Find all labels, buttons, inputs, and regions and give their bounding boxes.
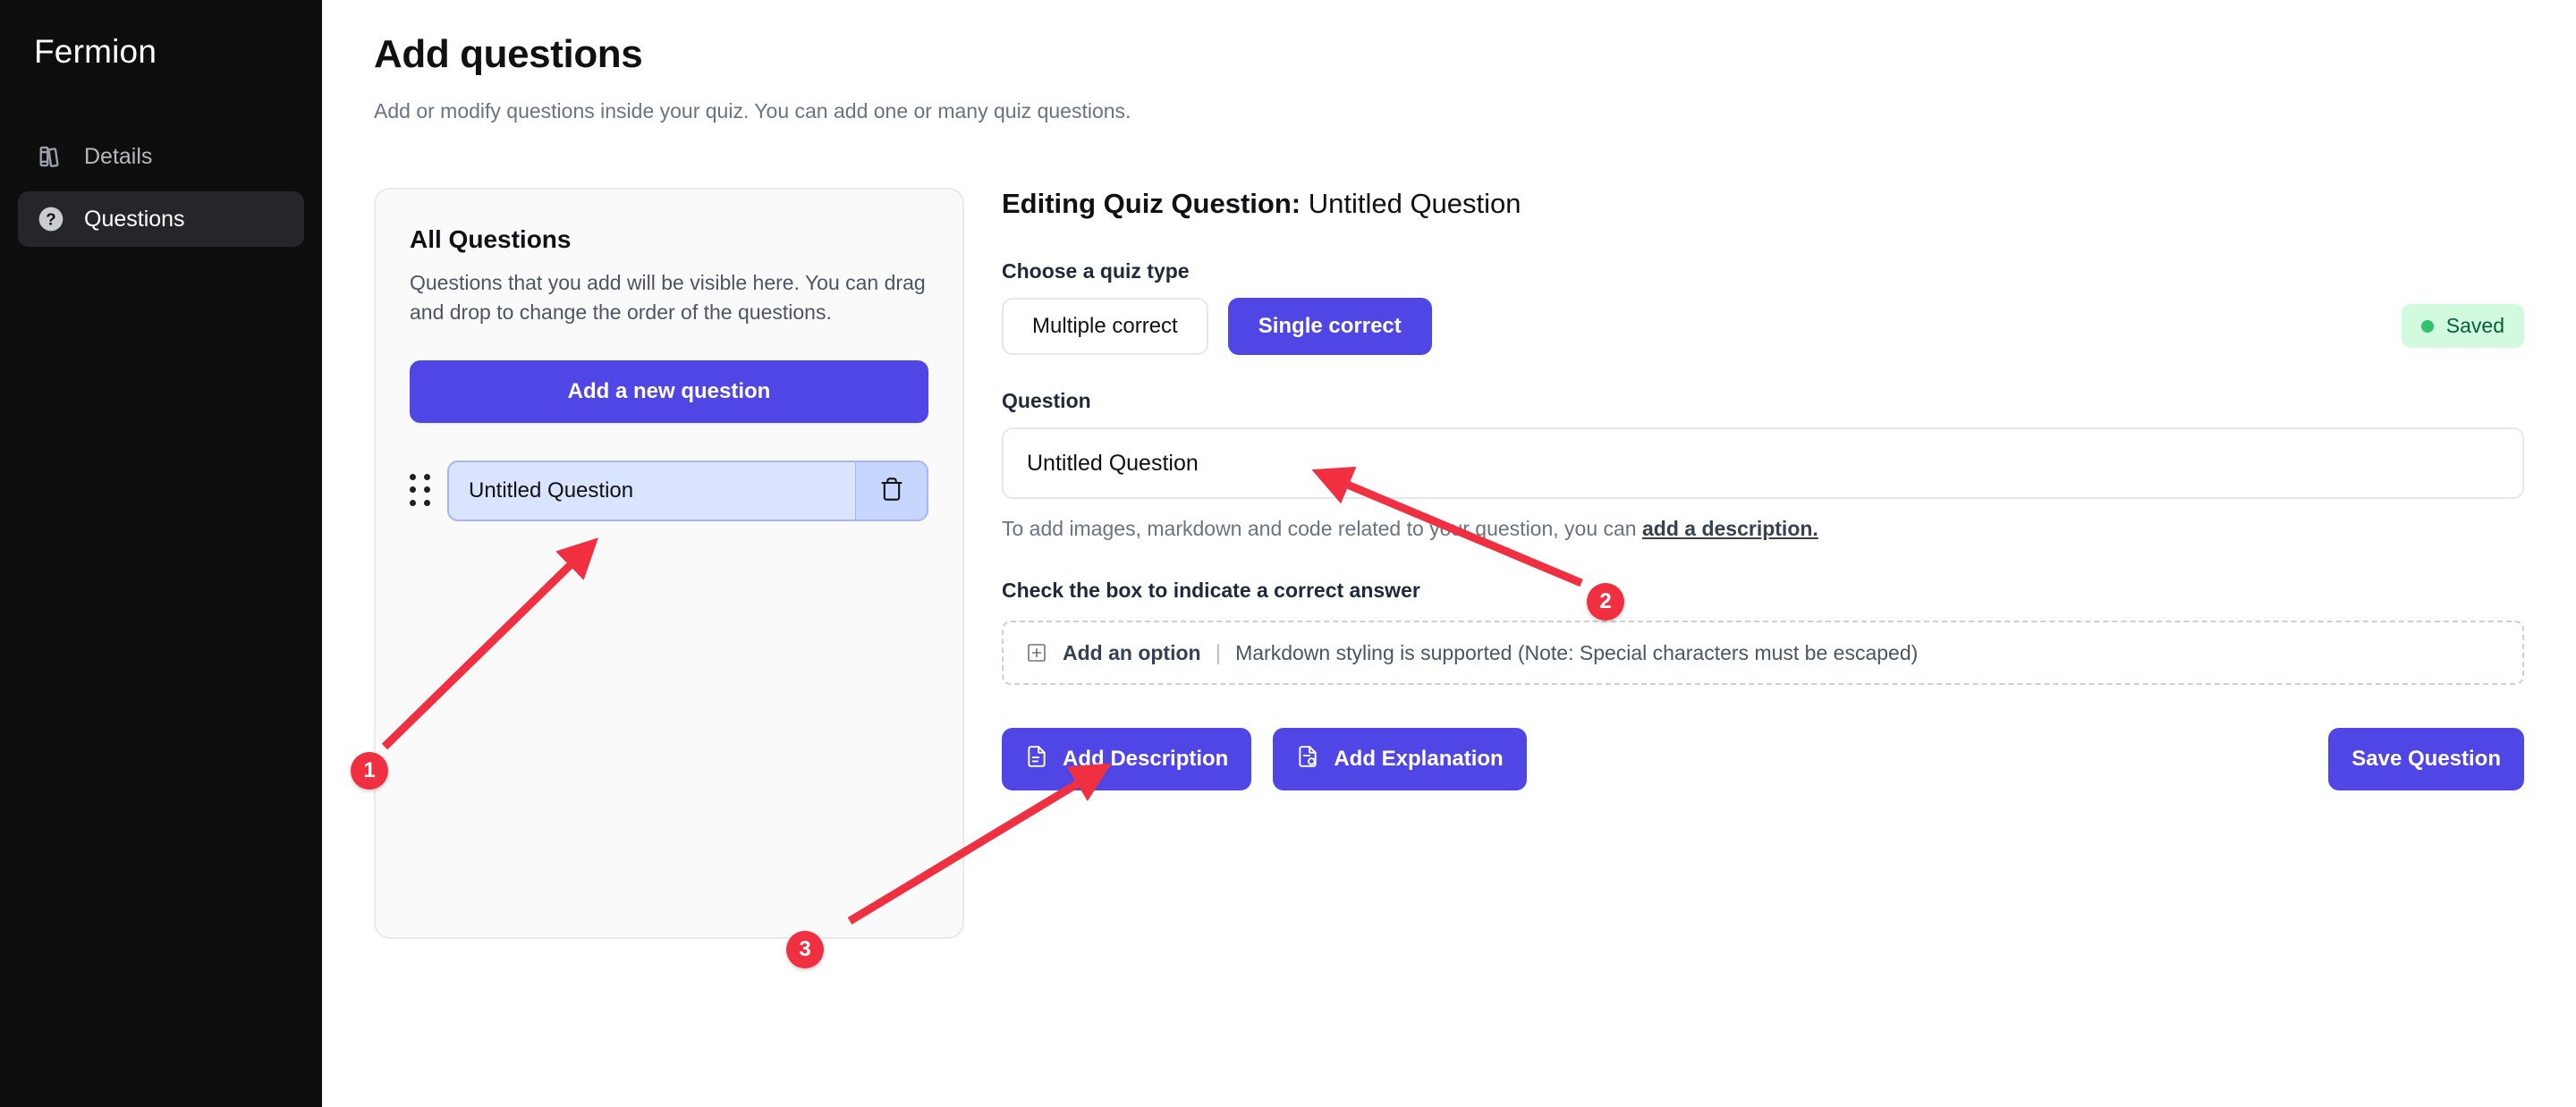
question-field-section: Question To add images, markdown and cod… xyxy=(1002,389,2524,541)
quiz-type-section: Choose a quiz type Multiple correct Sing… xyxy=(1002,259,2524,355)
sidebar-item-details[interactable]: Details xyxy=(18,129,304,184)
svg-text:?: ? xyxy=(46,210,55,229)
editor-actions: Add Description Add Explanati xyxy=(1002,728,2524,790)
sidebar-item-questions[interactable]: ? Questions xyxy=(18,191,304,247)
quiz-type-multiple-correct-button[interactable]: Multiple correct xyxy=(1002,298,1208,355)
quiz-type-button-group: Multiple correct Single correct xyxy=(1002,298,2524,355)
file-text-icon xyxy=(1025,745,1048,774)
sidebar-item-label-questions: Questions xyxy=(84,207,185,232)
options-section: Check the box to indicate a correct answ… xyxy=(1002,579,2524,685)
brand-logo: Fermion xyxy=(18,0,304,72)
add-an-option-separator: | xyxy=(1216,640,1222,666)
add-an-option-note: Markdown styling is supported (Note: Spe… xyxy=(1235,641,1918,665)
save-question-label: Save Question xyxy=(2351,747,2501,772)
add-a-description-link[interactable]: add a description. xyxy=(1642,517,1818,540)
question-chip-label: Untitled Question xyxy=(449,462,855,520)
all-questions-title: All Questions xyxy=(410,225,928,254)
main-content: Add questions Add or modify questions in… xyxy=(322,0,2576,1107)
page-title: Add questions xyxy=(374,32,2576,77)
status-badge-label: Saved xyxy=(2446,314,2504,338)
editor-title-value: Untitled Question xyxy=(1309,188,1521,219)
books-icon xyxy=(36,141,66,172)
quiz-type-single-correct-button[interactable]: Single correct xyxy=(1228,298,1432,355)
question-circle-icon: ? xyxy=(36,204,66,234)
sidebar-nav: Details ? Questions xyxy=(18,129,304,247)
drag-handle-icon[interactable] xyxy=(410,474,433,508)
delete-question-button[interactable] xyxy=(855,462,927,520)
status-dot-icon xyxy=(2421,320,2434,333)
sidebar-item-label-details: Details xyxy=(84,144,152,170)
question-field-label: Question xyxy=(1002,389,2524,413)
page-subtitle: Add or modify questions inside your quiz… xyxy=(374,99,2576,123)
editor-title: Editing Quiz Question: Untitled Question xyxy=(1002,188,2524,220)
add-explanation-label: Add Explanation xyxy=(1334,747,1503,772)
content-area: All Questions Questions that you add wil… xyxy=(322,123,2576,939)
editor-title-prefix: Editing Quiz Question: xyxy=(1002,188,1301,219)
question-hint: To add images, markdown and code related… xyxy=(1002,517,2524,541)
trash-icon xyxy=(879,477,904,504)
add-description-button[interactable]: Add Description xyxy=(1002,728,1251,790)
add-an-option-label: Add an option xyxy=(1063,641,1201,665)
file-check-icon xyxy=(1296,745,1319,774)
options-label: Check the box to indicate a correct answ… xyxy=(1002,579,2524,603)
question-chip[interactable]: Untitled Question xyxy=(447,461,928,521)
add-description-label: Add Description xyxy=(1063,747,1228,772)
status-badge: Saved xyxy=(2402,304,2524,348)
all-questions-panel: All Questions Questions that you add wil… xyxy=(374,188,964,939)
plus-square-icon xyxy=(1025,641,1048,664)
question-editor-panel: Saved Editing Quiz Question: Untitled Qu… xyxy=(964,188,2576,939)
question-list-item[interactable]: Untitled Question xyxy=(410,461,928,521)
sidebar: Fermion Details ? xyxy=(0,0,322,1107)
app-root: Fermion Details ? xyxy=(0,0,2576,1107)
save-question-button[interactable]: Save Question xyxy=(2328,728,2524,790)
page-header: Add questions Add or modify questions in… xyxy=(322,0,2576,123)
all-questions-description: Questions that you add will be visible h… xyxy=(410,268,928,328)
add-explanation-button[interactable]: Add Explanation xyxy=(1273,728,1526,790)
add-an-option-row[interactable]: Add an option | Markdown styling is supp… xyxy=(1002,621,2524,685)
question-input[interactable] xyxy=(1002,427,2524,499)
quiz-type-label: Choose a quiz type xyxy=(1002,259,2524,283)
question-hint-text: To add images, markdown and code related… xyxy=(1002,517,1642,540)
add-new-question-button[interactable]: Add a new question xyxy=(410,360,928,423)
